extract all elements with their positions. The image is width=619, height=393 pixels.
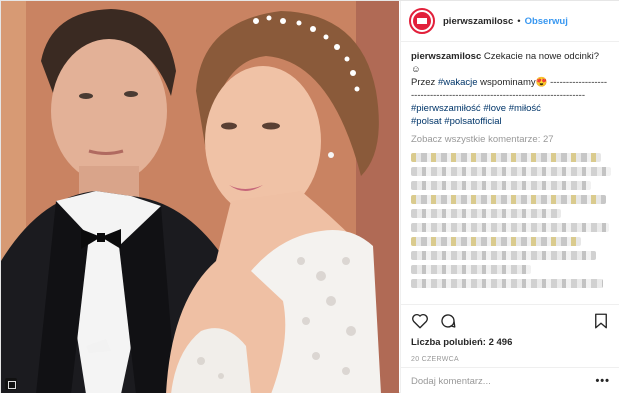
instagram-post: pierwszamilosc • Obserwuj pierwszamilosc… [0,0,619,393]
hashtag[interactable]: #miłość [509,103,541,114]
blurred-comment [411,265,531,274]
bookmark-icon[interactable] [592,312,610,330]
brand-logo-icon [413,12,431,30]
separator-dot: • [517,15,521,27]
caption-author[interactable]: pierwszamilosc [411,51,481,62]
comments-area: pierwszamilosc Czekacie na nowe odcinki?… [401,42,619,304]
blurred-comments [411,153,611,288]
username[interactable]: pierwszamilosc [443,16,513,27]
post-sidebar: pierwszamilosc • Obserwuj pierwszamilosc… [400,1,619,393]
post-date[interactable]: 20 CZERWCA [411,356,610,363]
post-photo[interactable] [1,1,399,393]
hashtag[interactable]: #love [483,103,506,114]
likes-count[interactable]: Liczba polubień: 2 496 [411,337,610,348]
caption-line2-prefix: Przez [411,77,438,88]
post-header: pierwszamilosc • Obserwuj [401,1,619,42]
hashtag[interactable]: #polsat [411,116,442,127]
blurred-comment [411,223,609,232]
comment-icon[interactable] [439,312,457,330]
blurred-comment [411,237,581,246]
add-comment-bar: ••• [401,367,619,393]
blurred-comment [411,209,561,218]
photo-corner-icon [5,378,17,390]
action-icons [411,311,610,331]
blurred-comment [411,167,611,176]
post-actions: Liczba polubień: 2 496 20 CZERWCA [401,304,619,363]
follow-button[interactable]: Obserwuj [525,16,568,27]
avatar[interactable] [409,8,435,34]
blurred-comment [411,279,603,288]
hashtag-wakacje[interactable]: #wakacje [438,77,478,88]
blurred-comment [411,153,601,162]
heart-icon[interactable] [411,312,429,330]
hashtag[interactable]: #pierwszamiłość [411,103,481,114]
hashtag[interactable]: #polsatofficial [444,116,501,127]
post-caption: pierwszamilosc Czekacie na nowe odcinki?… [411,50,609,128]
add-comment-input[interactable] [411,375,596,387]
blurred-comment [411,251,596,260]
photo-illustration [1,1,399,393]
view-all-comments-link[interactable]: Zobacz wszystkie komentarze: 27 [411,134,609,145]
more-options-icon[interactable]: ••• [595,375,610,387]
blurred-comment [411,181,591,190]
blurred-comment [411,195,606,204]
